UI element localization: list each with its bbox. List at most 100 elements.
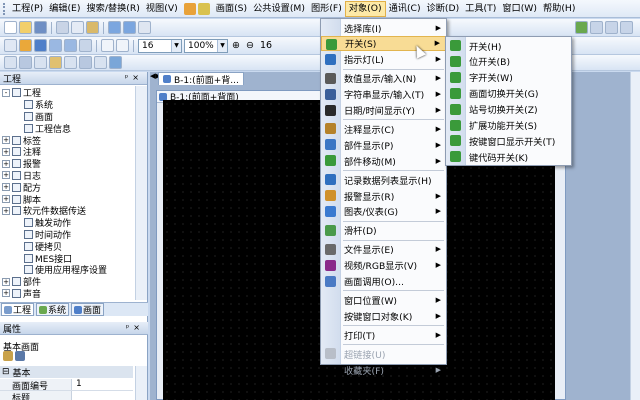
tree-item[interactable]: 硬拷贝 <box>2 240 147 253</box>
expand-icon[interactable]: + <box>2 289 10 298</box>
switch-submenu-item[interactable]: 站号切换开关(Z) <box>446 102 571 117</box>
expand-icon[interactable]: + <box>2 171 10 180</box>
tree-item[interactable]: 画面 <box>2 111 147 123</box>
pin-close-icon[interactable]: ᵖ× <box>125 73 143 82</box>
open-folder-icon[interactable] <box>19 21 32 34</box>
tab-screen[interactable]: 画面 <box>71 303 105 316</box>
zoom-combo[interactable]: 100% ▼ <box>184 38 228 53</box>
new-icon[interactable] <box>4 21 17 34</box>
help-icon[interactable] <box>138 21 151 34</box>
icon-screen[interactable] <box>183 2 196 15</box>
switch-submenu-item[interactable]: 扩展功能开关(S) <box>446 118 571 133</box>
switch-submenu-item[interactable]: 开关(H) <box>446 38 571 53</box>
object-tool-icon[interactable] <box>34 56 47 69</box>
text-color-icon[interactable] <box>19 39 32 52</box>
tree-item[interactable]: + 报警 <box>2 158 147 170</box>
settings-icon[interactable] <box>620 21 633 34</box>
object-menu-item[interactable]: 报警显示(R) ▶ <box>321 188 446 203</box>
rectangle-icon[interactable] <box>49 39 62 52</box>
object-menu-item[interactable]: 开关(S) ▶ <box>321 35 446 51</box>
object-menu-item[interactable]: 日期/时间显示(Y) ▶ <box>321 103 446 118</box>
redo-icon[interactable] <box>123 21 136 34</box>
property-value[interactable] <box>72 391 76 400</box>
copy-icon[interactable] <box>71 21 84 34</box>
menu-screen[interactable]: 画面(S) <box>213 1 250 17</box>
tree-item[interactable]: 使用应用程序设置 <box>2 264 147 276</box>
tree-item[interactable]: + 脚本 <box>2 193 147 206</box>
menu-view[interactable]: 视图(V) <box>143 1 181 17</box>
expand-icon[interactable]: + <box>2 136 10 145</box>
cut-icon[interactable] <box>56 21 69 34</box>
object-menu-item[interactable]: 按键窗口对象(K) ▶ <box>321 308 446 323</box>
tree-item[interactable]: + 标签 <box>2 134 147 147</box>
menu-tools[interactable]: 工具(T) <box>462 1 499 17</box>
property-value[interactable]: 1 <box>72 379 82 390</box>
document-tab[interactable]: B-1:(前面+背... <box>158 72 244 86</box>
tree-item[interactable]: + 注释 <box>2 146 147 158</box>
object-tool-icon[interactable] <box>49 56 62 69</box>
paste-icon[interactable] <box>86 21 99 34</box>
object-menu-item[interactable]: 数值显示/输入(N) ▶ <box>321 71 446 86</box>
tree-item[interactable]: MES接口 <box>2 252 147 265</box>
object-tool-icon[interactable] <box>4 56 17 69</box>
object-menu-item[interactable]: 字符串显示/输入(T) ▶ <box>321 87 446 102</box>
simulate-icon[interactable] <box>605 21 618 34</box>
tree-item[interactable]: 工程信息 <box>2 122 147 135</box>
menu-figure[interactable]: 图形(F) <box>308 1 345 17</box>
fill-color-icon[interactable] <box>34 39 47 52</box>
switch-submenu-item[interactable]: 位开关(B) <box>446 54 571 69</box>
object-menu-item[interactable]: 窗口位置(W) ▶ <box>321 292 446 307</box>
object-tool-icon[interactable] <box>19 56 32 69</box>
switch-submenu-item[interactable]: 键代码开关(K) <box>446 149 571 164</box>
property-row[interactable]: 标题 <box>0 391 133 400</box>
tree-scrollbar[interactable] <box>135 86 147 300</box>
collapse-icon[interactable]: - <box>2 88 10 97</box>
group-icon[interactable] <box>116 39 129 52</box>
menu-object[interactable]: 对象(O) <box>344 0 386 17</box>
properties-scrollbar[interactable] <box>135 366 147 400</box>
object-menu-item[interactable]: 画面调用(O)... <box>321 274 446 289</box>
line-icon[interactable] <box>79 39 92 52</box>
object-tool-icon[interactable] <box>94 56 107 69</box>
menu-search-replace[interactable]: 搜索/替换(R) <box>83 1 142 17</box>
object-menu-item[interactable]: 选择库(I) ▶ <box>321 20 446 35</box>
run-icon[interactable] <box>575 21 588 34</box>
tree-item[interactable]: 时间动作 <box>2 229 147 241</box>
switch-submenu-item[interactable]: 按键窗口显示开关(T) <box>446 133 571 148</box>
object-menu-item[interactable]: 部件移动(M) ▶ <box>321 153 446 168</box>
object-menu-item[interactable]: 视频/RGB显示(V) ▶ <box>321 258 446 273</box>
expand-icon[interactable]: + <box>2 195 10 204</box>
expand-icon[interactable]: + <box>2 277 10 286</box>
sort-alpha-icon[interactable] <box>15 351 25 361</box>
switch-submenu-item[interactable]: 字开关(W) <box>446 70 571 85</box>
tree-item[interactable]: - 工程 <box>2 87 147 99</box>
menu-window[interactable]: 窗口(W) <box>499 1 540 17</box>
object-tool-icon[interactable] <box>64 56 77 69</box>
tree-item[interactable]: 系统 <box>2 99 147 111</box>
expand-icon[interactable]: + <box>2 206 10 215</box>
pin-close-icon[interactable]: ᵖ× <box>126 323 144 332</box>
expand-icon[interactable]: + <box>2 147 10 156</box>
undo-icon[interactable] <box>108 21 121 34</box>
tab-project[interactable]: 工程 <box>1 303 35 316</box>
menubar-grip[interactable] <box>3 2 7 15</box>
tree-item[interactable]: + 声音 <box>2 288 147 300</box>
zoom-out-icon[interactable]: ⊖ <box>244 40 256 51</box>
transfer-icon[interactable] <box>590 21 603 34</box>
menu-edit[interactable]: 编辑(E) <box>46 1 83 17</box>
tab-system[interactable]: 系统 <box>36 303 70 316</box>
save-icon[interactable] <box>34 21 47 34</box>
object-menu-item[interactable]: 打印(T) ▶ <box>321 327 446 342</box>
menu-diagnose[interactable]: 诊断(D) <box>424 1 463 17</box>
object-menu-item[interactable]: 部件显示(P) ▶ <box>321 137 446 152</box>
tree-item[interactable]: 触发动作 <box>2 217 147 229</box>
object-tool-icon[interactable] <box>79 56 92 69</box>
object-menu-item[interactable]: 注释显示(C) ▶ <box>321 121 446 136</box>
tree-item[interactable]: + 部件 <box>2 276 147 288</box>
object-menu-item[interactable]: 文件显示(E) ▶ <box>321 242 446 257</box>
object-menu-item[interactable]: 图表/仪表(G) ▶ <box>321 204 446 219</box>
zoom-in-icon[interactable]: ⊕ <box>230 40 242 51</box>
chevron-down-icon[interactable]: ▼ <box>171 39 181 52</box>
document-scrollbar[interactable] <box>630 72 640 400</box>
properties-group[interactable]: ⊟ 基本 <box>0 366 133 379</box>
